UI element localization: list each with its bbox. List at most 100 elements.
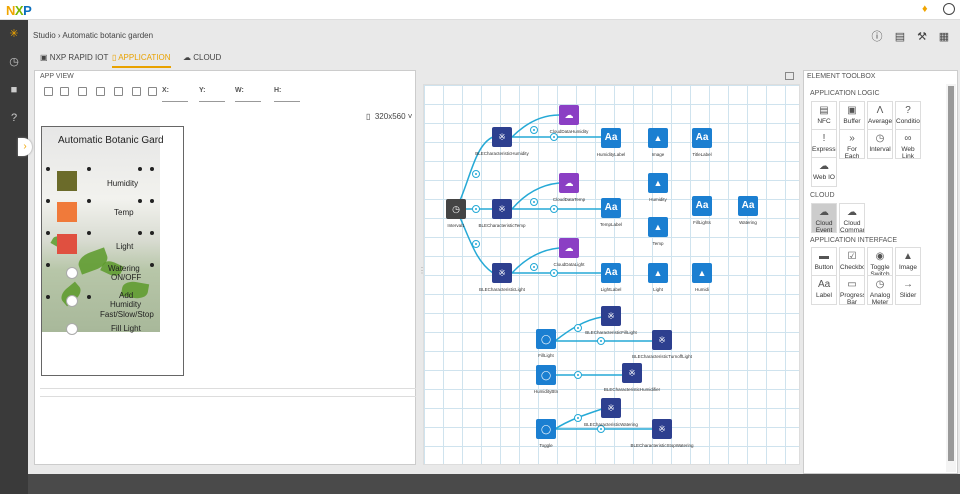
ble-humidifier-node[interactable]: ※ bbox=[622, 363, 642, 383]
temp-image-node[interactable]: ▲ bbox=[648, 217, 668, 237]
ble-humidifier-label: BLECharacteristicHumidifier bbox=[603, 387, 661, 392]
fill-lights-node[interactable]: Aa bbox=[692, 196, 712, 216]
cloud-light-node[interactable]: ☁ bbox=[559, 238, 579, 258]
fill-light-toggle[interactable] bbox=[66, 323, 78, 335]
ble-light-node[interactable]: ※ bbox=[492, 263, 512, 283]
humidity-image-node[interactable]: ▲ bbox=[648, 173, 668, 193]
port[interactable] bbox=[574, 324, 582, 332]
studio-icon[interactable]: ✳ bbox=[8, 28, 20, 40]
w-field[interactable]: W: bbox=[235, 87, 261, 102]
toggle-node[interactable]: ◯ bbox=[536, 419, 556, 439]
port[interactable] bbox=[550, 269, 558, 277]
toolbox-nfc[interactable]: ▤ NFC bbox=[811, 101, 837, 131]
image-node[interactable]: ▲ bbox=[648, 128, 668, 148]
port[interactable] bbox=[597, 337, 605, 345]
horizontal-scrollbar[interactable] bbox=[40, 388, 416, 397]
ble-turnoff-light-node[interactable]: ※ bbox=[652, 330, 672, 350]
port[interactable] bbox=[472, 205, 480, 213]
light-label-node[interactable]: Aa bbox=[601, 263, 621, 283]
canvas-fullscreen-icon[interactable] bbox=[785, 72, 794, 80]
notification-bell-icon[interactable]: ♦ bbox=[922, 3, 934, 16]
toolbox-cloud-command[interactable]: ☁Cloud Command bbox=[839, 203, 865, 233]
port[interactable] bbox=[530, 198, 538, 206]
toolbox-web-link[interactable]: ∞ Web Link bbox=[895, 129, 921, 159]
cloud-humidity-node[interactable]: ☁ bbox=[559, 105, 579, 125]
fill-light-label: Fill Light bbox=[111, 324, 141, 333]
preview-icon[interactable] bbox=[148, 87, 157, 96]
splitter-handle[interactable]: ⋮ bbox=[418, 266, 426, 280]
toolbox-analog-meter[interactable]: ◷ Analog Meter bbox=[867, 275, 893, 305]
humidi-image-node[interactable]: ▲ bbox=[692, 263, 712, 283]
help-icon[interactable]: ? bbox=[8, 112, 20, 124]
x-field[interactable]: X: bbox=[162, 87, 188, 102]
h-field[interactable]: H: bbox=[274, 87, 300, 102]
dashboard-icon[interactable]: ◷ bbox=[8, 56, 20, 68]
title-label-node[interactable]: Aa bbox=[692, 128, 712, 148]
ble-stop-watering-node[interactable]: ※ bbox=[652, 419, 672, 439]
align-icon[interactable] bbox=[44, 87, 53, 96]
toolbox-button[interactable]: ▬ Button bbox=[811, 247, 837, 277]
port[interactable] bbox=[550, 133, 558, 141]
cloud-temp-label: CloudDataTemp bbox=[552, 197, 586, 202]
toolbox-label[interactable]: Aa Label bbox=[811, 275, 837, 305]
port[interactable] bbox=[472, 240, 480, 248]
y-field[interactable]: Y: bbox=[199, 87, 225, 102]
toolbox-buffer[interactable]: ▣ Buffer bbox=[839, 101, 865, 131]
fill-light-toggle-node[interactable]: ◯ bbox=[536, 329, 556, 349]
top-bar: NXP ♦ bbox=[0, 0, 960, 20]
toolbox-toggle-switch[interactable]: ◉ Toggle Switch bbox=[867, 247, 893, 277]
watering-toggle[interactable] bbox=[66, 267, 78, 279]
port[interactable] bbox=[530, 126, 538, 134]
nxp-logo[interactable]: NXP bbox=[6, 3, 32, 18]
humidity-label-node[interactable]: Aa bbox=[601, 128, 621, 148]
light-image-node[interactable]: ▲ bbox=[648, 263, 668, 283]
temp-label-node[interactable]: Aa bbox=[601, 198, 621, 218]
toolbox-average[interactable]: Λ Average bbox=[867, 101, 893, 131]
tab-application[interactable]: ▯ APPLICATION bbox=[112, 48, 171, 68]
ble-humidity-label: BLECharacteristicHumidity bbox=[475, 151, 529, 156]
build-tools-icon[interactable]: ⚒ bbox=[915, 30, 929, 44]
toolbox-condition[interactable]: ? Condition bbox=[895, 101, 921, 131]
toolbox-expression[interactable]: !Expression bbox=[811, 129, 837, 159]
logic-canvas[interactable]: ◷ Interval1 ※ BLECharacteristicHumidity … bbox=[423, 84, 800, 465]
align-center-icon[interactable] bbox=[114, 87, 123, 96]
device-size-select[interactable]: ▯ 320x560 ˅ bbox=[366, 112, 412, 121]
toolbox-image[interactable]: ▲ Image bbox=[895, 247, 921, 277]
tab-nxp-rapid-iot[interactable]: ▣ NXP RAPID IOT bbox=[40, 48, 108, 68]
port[interactable] bbox=[574, 371, 582, 379]
ble-watering-node[interactable]: ※ bbox=[601, 398, 621, 418]
cloud-temp-node[interactable]: ☁ bbox=[559, 173, 579, 193]
ble-temp-node[interactable]: ※ bbox=[492, 199, 512, 219]
port[interactable] bbox=[472, 170, 480, 178]
port[interactable] bbox=[574, 414, 582, 422]
humidity-toggle-node[interactable]: ◯ bbox=[536, 365, 556, 385]
toolbox-scroll-thumb[interactable] bbox=[948, 86, 954, 461]
package-icon[interactable]: ■ bbox=[8, 84, 20, 96]
expand-panel-chevron-icon[interactable]: › bbox=[18, 138, 32, 156]
distribute-icon[interactable] bbox=[132, 87, 141, 96]
send-back-icon[interactable] bbox=[78, 87, 87, 96]
tab-cloud[interactable]: ☁ CLOUD bbox=[183, 48, 221, 68]
info-icon[interactable]: ⓘ bbox=[870, 30, 884, 44]
settings-panel-icon[interactable]: ▦ bbox=[937, 30, 951, 44]
humidity-toggle[interactable] bbox=[66, 295, 78, 307]
align-left-icon[interactable] bbox=[96, 87, 105, 96]
ble-turnoff-light-label: BLECharacteristicTurnoffLight bbox=[632, 354, 692, 359]
save-icon[interactable]: ▤ bbox=[893, 30, 907, 44]
toolbox-interval[interactable]: ◷ Interval bbox=[867, 129, 893, 159]
toolbox-web-io[interactable]: ☁ Web IO bbox=[811, 157, 837, 187]
watering-label-node[interactable]: Aa bbox=[738, 196, 758, 216]
toolbox-progress-bar[interactable]: ▭ Progress Bar bbox=[839, 275, 865, 305]
interval-node[interactable]: ◷ bbox=[446, 199, 466, 219]
port[interactable] bbox=[550, 205, 558, 213]
toolbox-slider[interactable]: → Slider bbox=[895, 275, 921, 305]
bring-front-icon[interactable] bbox=[60, 87, 69, 96]
port[interactable] bbox=[530, 263, 538, 271]
ble-humidity-node[interactable]: ※ bbox=[492, 127, 512, 147]
toolbox-cloud-event[interactable]: ☁ Cloud Event bbox=[811, 203, 837, 233]
toolbox-checkbox[interactable]: ☑Checkbox bbox=[839, 247, 865, 277]
user-icon[interactable] bbox=[943, 3, 955, 15]
slider-icon: → bbox=[903, 279, 913, 290]
ble-fill-light-node[interactable]: ※ bbox=[601, 306, 621, 326]
toolbox-for-each[interactable]: » For Each bbox=[839, 129, 865, 159]
